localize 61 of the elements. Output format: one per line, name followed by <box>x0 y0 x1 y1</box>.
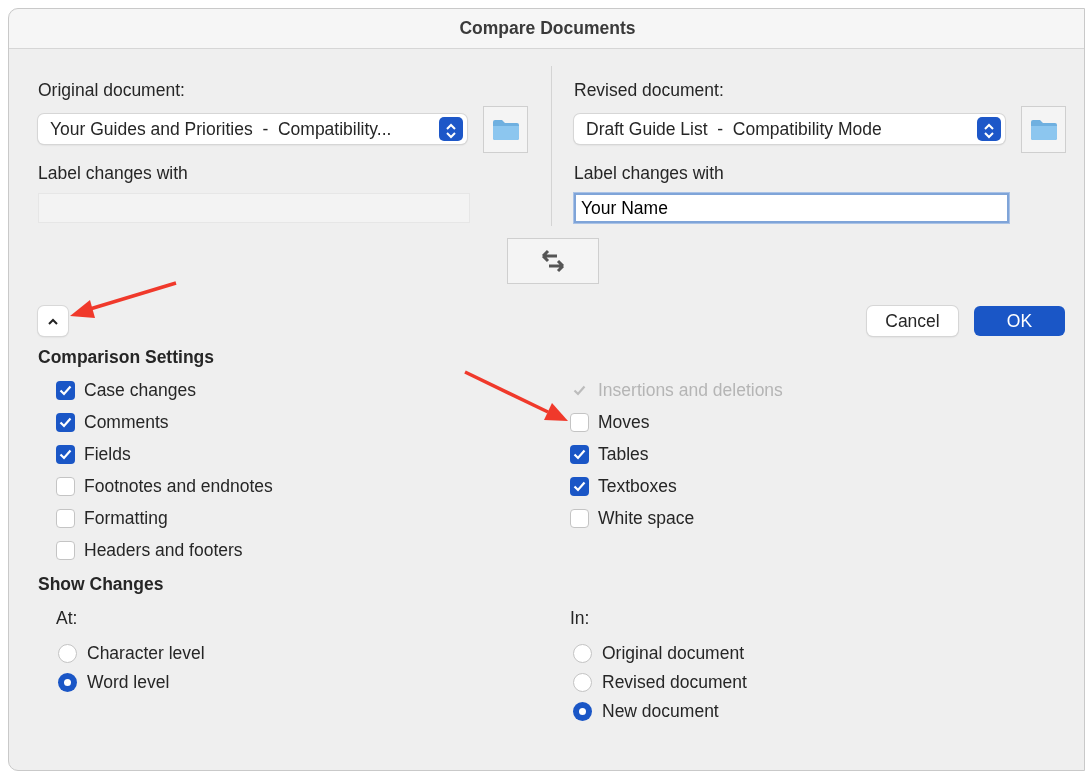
checkmark-icon <box>573 448 586 460</box>
radio-label: Character level <box>87 642 205 666</box>
radio-label: Original document <box>602 642 745 666</box>
checkbox-label: Fields <box>84 442 131 466</box>
document-dropdown[interactable]: Draft Guide List - Compatibility Mode <box>574 114 1006 144</box>
checkbox-label: Formatting <box>84 506 168 530</box>
document-dropdown[interactable]: Your Guides and Priorities - Compatibility... <box>38 114 468 144</box>
window-title: Compare Documents <box>459 17 636 41</box>
cancel-button[interactable]: Cancel <box>867 306 958 336</box>
checkbox[interactable] <box>56 476 75 496</box>
checkbox[interactable] <box>570 508 589 528</box>
checkmark-icon <box>59 448 72 460</box>
checkbox[interactable] <box>56 540 75 560</box>
checkbox[interactable] <box>570 476 589 496</box>
checkbox[interactable] <box>570 412 589 432</box>
group-label: At: <box>56 607 79 630</box>
checkbox[interactable] <box>56 412 75 432</box>
radio-button[interactable] <box>573 702 592 721</box>
checkbox-label: Case changes <box>84 378 196 402</box>
checkbox-label: Footnotes and endnotes <box>84 474 273 498</box>
checkbox[interactable] <box>56 508 75 528</box>
checkbox-label: White space <box>598 506 695 530</box>
section-heading: Show Changes <box>37 573 165 596</box>
checkbox-label: Moves <box>598 410 650 434</box>
checkmark-icon <box>59 416 72 428</box>
field-label: Original document: <box>38 79 186 102</box>
checkmark-icon <box>573 480 586 492</box>
field-label: Revised document: <box>574 79 725 102</box>
folder-button[interactable] <box>1021 106 1066 153</box>
checkbox-label: Insertions and deletions <box>598 378 783 402</box>
checkbox[interactable] <box>570 444 589 464</box>
checkbox[interactable] <box>56 380 75 400</box>
checkbox[interactable] <box>56 444 75 464</box>
folder-icon <box>1029 118 1058 141</box>
checkbox-label: Tables <box>598 442 649 466</box>
field-label: Label changes with <box>38 162 189 185</box>
radio-button[interactable] <box>573 673 592 692</box>
radio-button[interactable] <box>58 644 77 663</box>
checkbox-label: Comments <box>84 410 169 434</box>
folder-icon <box>491 118 520 141</box>
checkbox-label: Textboxes <box>598 474 677 498</box>
checkmark-icon <box>573 384 586 396</box>
field-label: Label changes with <box>574 162 725 185</box>
radio-label: Word level <box>87 671 170 695</box>
radio-button[interactable] <box>573 644 592 663</box>
checkmark-icon <box>59 384 72 396</box>
radio-label: New document <box>602 700 719 724</box>
caret-icon <box>48 317 58 325</box>
swap-button[interactable] <box>507 238 599 284</box>
name-field[interactable]: Your Name <box>574 193 1009 223</box>
collapse-button[interactable] <box>38 306 68 336</box>
group-label: In: <box>570 607 591 630</box>
radio-button[interactable] <box>58 673 77 692</box>
swap-icon <box>540 248 566 274</box>
ok-button[interactable]: OK <box>974 306 1065 336</box>
section-heading: Comparison Settings <box>37 346 215 369</box>
stepper-icon <box>439 117 464 141</box>
stepper-icon <box>977 117 1002 141</box>
checkbox-label: Headers and footers <box>84 538 243 562</box>
radio-label: Revised document <box>602 671 747 695</box>
folder-button[interactable] <box>483 106 528 153</box>
